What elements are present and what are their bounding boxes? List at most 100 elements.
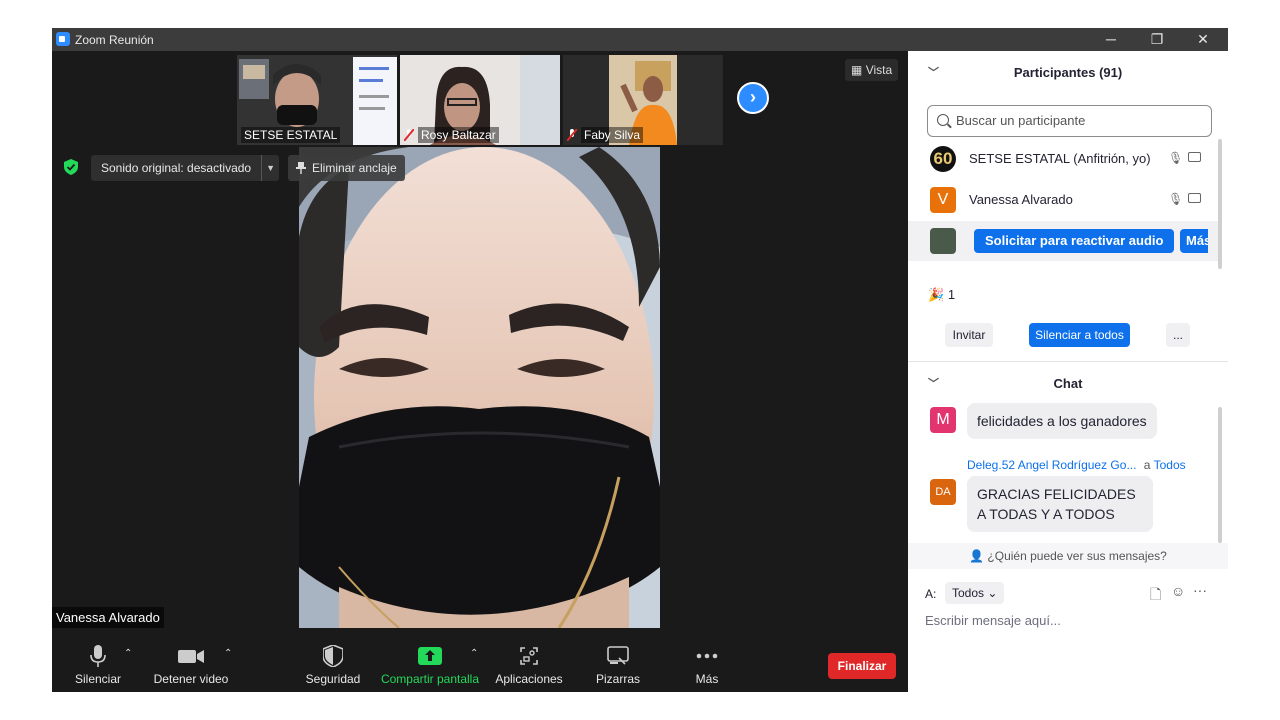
security-shield-icon[interactable]	[64, 159, 78, 175]
grid-icon: ▦	[851, 63, 863, 77]
unpin-label: Eliminar anclaje	[312, 161, 397, 175]
pinned-video[interactable]	[299, 147, 660, 628]
chevron-down-icon: ⌄	[987, 586, 998, 600]
apps-label: Aplicaciones	[495, 672, 563, 686]
file-icon[interactable]: 🗋	[1150, 584, 1161, 608]
view-button[interactable]: ▦ Vista	[845, 59, 899, 81]
view-label: Vista	[865, 63, 893, 77]
more-button[interactable]: Más	[684, 644, 730, 686]
search-placeholder: Buscar un participante	[956, 113, 1086, 128]
video-camera-icon	[178, 650, 204, 663]
maximize-button[interactable]: ❐	[1134, 28, 1180, 51]
end-meeting-button[interactable]: Finalizar	[828, 653, 896, 679]
participant-row-hover[interactable]: Solicitar para reactivar audio Más	[908, 221, 1218, 261]
zoom-app-icon	[56, 32, 70, 46]
avatar	[930, 228, 956, 254]
who-can-see-label: ¿Quién puede ver sus mensajes?	[987, 549, 1167, 563]
mic-muted-icon	[404, 129, 414, 141]
chat-message: GRACIAS FELICIDADES A TODAS Y A TODOS	[967, 476, 1153, 532]
chat-input-placeholder: Escribir mensaje aquí...	[925, 613, 1061, 628]
share-screen-icon	[418, 647, 442, 665]
to-label: A:	[925, 587, 937, 601]
more-dots-icon[interactable]: ···	[1193, 582, 1207, 598]
microphone-icon[interactable]: 🎙	[1168, 192, 1183, 206]
chevron-up-icon[interactable]: ⌃	[124, 648, 132, 659]
whiteboards-button[interactable]: Pizarras	[592, 644, 644, 686]
whiteboards-label: Pizarras	[595, 672, 640, 686]
more-label: Más	[695, 672, 719, 686]
chevron-down-icon[interactable]: ﹀	[928, 51, 939, 95]
thumbnail-name: Rosy Baltazar	[418, 127, 499, 143]
who-can-see-bar[interactable]: 👤 ¿Quién puede ver sus mensajes?	[908, 543, 1228, 569]
thumbnail-name: SETSE ESTATAL	[241, 127, 341, 143]
chevron-down-icon[interactable]: ﹀	[928, 362, 939, 406]
meeting-toolbar: Silenciar ⌃ Detener video ⌃ Seguridad Co…	[52, 634, 908, 692]
search-icon	[937, 114, 949, 126]
participant-name: SETSE ESTATAL (Anfitrión, yo)	[969, 151, 1151, 166]
invite-button[interactable]: Invitar	[945, 323, 993, 347]
recipient-select[interactable]: Todos ⌄	[945, 582, 1005, 604]
sender-name[interactable]: Deleg.52 Angel Rodríguez Go...	[967, 458, 1136, 472]
close-button[interactable]: ✕	[1180, 28, 1226, 51]
chat-message-input[interactable]: Escribir mensaje aquí...	[925, 613, 1215, 628]
microphone-icon[interactable]: 🎙	[1168, 151, 1183, 165]
avatar: DA	[930, 479, 956, 505]
zoom-window: Zoom Reunión ─ ❐ ✕ SETSE ESTATAL Rosy Ba…	[52, 28, 1228, 692]
recipient-value: Todos	[952, 586, 985, 600]
person-lock-icon: 👤	[969, 549, 985, 563]
more-dots-icon	[696, 653, 718, 659]
chevron-up-icon[interactable]: ⌃	[224, 648, 232, 659]
window-title: Zoom Reunión	[75, 33, 154, 47]
whiteboard-icon	[607, 646, 629, 665]
thumbnail-faby-silva[interactable]: Faby Silva	[563, 55, 723, 145]
mute-all-button[interactable]: Silenciar a todos	[1029, 323, 1130, 347]
participant-row[interactable]: 60 SETSE ESTATAL (Anfitrión, yo) 🎙	[908, 139, 1218, 179]
title-bar: Zoom Reunión ─ ❐ ✕	[52, 28, 1228, 51]
original-sound-label: Sonido original: desactivado	[101, 161, 252, 175]
next-page-button[interactable]: ›	[737, 82, 769, 114]
chat-title: Chat	[1053, 376, 1083, 391]
chevron-up-icon[interactable]: ⌃	[470, 648, 478, 659]
participant-search-input[interactable]: Buscar un participante	[927, 105, 1212, 137]
stop-video-label: Detener video	[153, 672, 229, 686]
participants-more-button[interactable]: ...	[1166, 323, 1190, 347]
share-screen-label: Compartir pantalla	[380, 672, 480, 686]
apps-icon	[520, 647, 538, 665]
avatar: 60	[930, 146, 956, 172]
share-screen-button[interactable]: Compartir pantalla	[380, 644, 480, 686]
unpin-button[interactable]: Eliminar anclaje	[288, 155, 405, 181]
chat-scrollbar[interactable]	[1218, 407, 1222, 543]
mute-button[interactable]: Silenciar	[72, 644, 124, 686]
shield-icon	[323, 645, 343, 667]
speaker-video-frame	[299, 147, 660, 628]
party-popper-icon: 🎉	[928, 287, 945, 302]
avatar: V	[930, 187, 956, 213]
thumbnail-setse-estatal[interactable]: SETSE ESTATAL	[237, 55, 397, 145]
participant-row[interactable]: V Vanessa Alvarado 🎙	[908, 180, 1218, 220]
emoji-icon[interactable]: ☺	[1171, 583, 1185, 599]
avatar: M	[930, 407, 956, 433]
active-speaker-name: Vanessa Alvarado	[52, 607, 164, 628]
microphone-icon	[90, 645, 106, 667]
participants-scrollbar[interactable]	[1218, 139, 1222, 269]
recipient-prefix: a	[1143, 458, 1151, 472]
original-sound-toggle[interactable]: Sonido original: desactivado ▼	[91, 155, 280, 181]
video-camera-icon[interactable]	[1188, 152, 1201, 162]
apps-button[interactable]: Aplicaciones	[492, 644, 566, 686]
video-camera-icon[interactable]	[1188, 193, 1201, 203]
security-label: Seguridad	[305, 672, 361, 686]
security-button[interactable]: Seguridad	[304, 644, 362, 686]
minimize-button[interactable]: ─	[1088, 28, 1134, 51]
thumbnail-rosy-baltazar[interactable]: Rosy Baltazar	[400, 55, 560, 145]
reactions-count: 1	[947, 287, 956, 302]
chevron-down-icon[interactable]: ▼	[261, 155, 279, 181]
chat-header: ﹀ Chat	[908, 362, 1228, 406]
participants-title: Participantes (91)	[1013, 65, 1123, 80]
thumbnail-name: Faby Silva	[581, 127, 644, 143]
mic-muted-icon	[567, 129, 577, 141]
stop-video-button[interactable]: Detener video	[152, 644, 230, 686]
recipient-name: Todos	[1153, 458, 1186, 472]
participants-header: ﹀ Participantes (91)	[908, 51, 1228, 95]
participant-more-button[interactable]: Más	[1180, 229, 1208, 253]
request-unmute-button[interactable]: Solicitar para reactivar audio	[974, 229, 1175, 253]
